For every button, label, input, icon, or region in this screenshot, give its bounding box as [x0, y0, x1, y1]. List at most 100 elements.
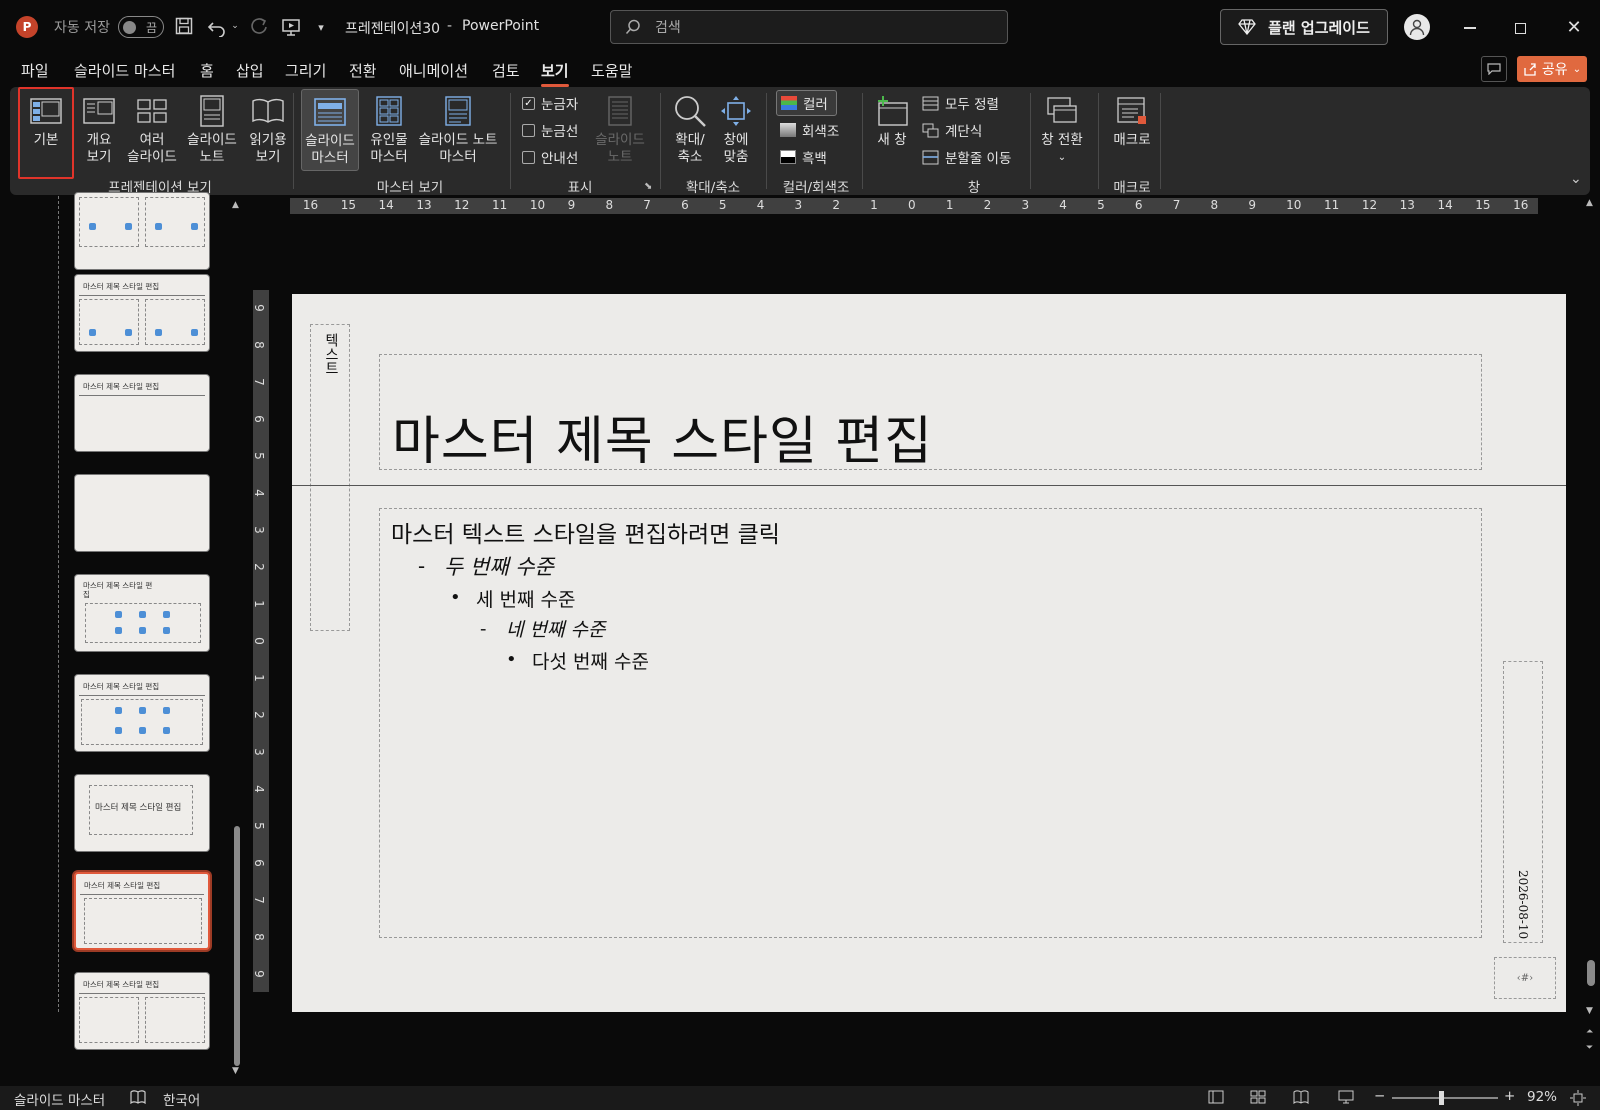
tab-insert[interactable]: 삽입 [236, 60, 264, 81]
previous-slide-icon[interactable]: ⏶ [1586, 1028, 1593, 1037]
account-avatar-icon[interactable] [1404, 14, 1430, 40]
zoom-slider-track[interactable] [1392, 1097, 1498, 1099]
layout-thumbnail[interactable]: 마스터 제목 스타일 편집 [74, 972, 210, 1050]
zoom-button[interactable]: 확대/ 축소 [668, 93, 712, 166]
notes-page-label-1: 슬라이드 [187, 132, 237, 148]
outline-view-button[interactable]: 개요 보기 [74, 93, 124, 166]
editor-scrollbar[interactable]: ▲ ▼ ⏶ ⏷ [1584, 198, 1598, 1086]
maximize-icon[interactable] [1510, 18, 1530, 38]
accessibility-book-icon[interactable] [130, 1090, 146, 1108]
zoom-percent[interactable]: 92% [1527, 1089, 1557, 1105]
scroll-up-icon[interactable]: ▲ [232, 200, 239, 210]
slideshow-status-icon[interactable] [1338, 1090, 1354, 1108]
guides-checkbox[interactable]: 안내선 [522, 147, 578, 167]
arrange-all-label: 모두 정렬 [945, 97, 999, 113]
notes-master-button[interactable]: 슬라이드 노트 마스터 [415, 93, 501, 166]
tab-animations[interactable]: 애니메이션 [399, 60, 468, 81]
slide-number-placeholder[interactable]: ‹#› [1494, 957, 1556, 999]
grayscale-button[interactable]: 회색조 [780, 120, 839, 140]
title-placeholder[interactable]: 마스터 제목 스타일 편집 [379, 354, 1482, 472]
move-split-button[interactable]: 분할줄 이동 [922, 147, 1011, 167]
layout-thumbnail[interactable]: 마스터 제목 스타일 편집 [74, 774, 210, 852]
undo-dropdown-icon[interactable]: ⌄ [230, 20, 240, 32]
content-placeholder [79, 197, 139, 247]
handout-master-button[interactable]: 유인물 마스터 [363, 93, 415, 166]
notes-page-button[interactable]: 슬라이드 노트 [180, 93, 244, 166]
slide-sorter-button[interactable]: 여러 슬라이드 [120, 93, 184, 166]
thumbnail-scrollbar[interactable]: ▲ ▼ [232, 200, 242, 1080]
autosave-toggle[interactable]: 끔 [118, 16, 164, 38]
ruler-checkbox[interactable]: ✓ 눈금자 [522, 93, 578, 113]
layout-thumbnail[interactable] [74, 192, 210, 270]
reading-view-status-icon[interactable] [1293, 1090, 1309, 1108]
save-icon[interactable] [174, 16, 194, 36]
master-views-group-label: 마스터 보기 [376, 180, 444, 196]
layout-thumbnail[interactable]: 마스터 제목 스타일 편집 [74, 274, 210, 352]
zoom-out-button[interactable]: − [1374, 1088, 1385, 1104]
black-white-button[interactable]: 흑백 [780, 147, 827, 167]
tab-home[interactable]: 홈 [200, 60, 214, 81]
slide-master-icon [314, 94, 346, 130]
reading-view-button[interactable]: 읽기용 보기 [240, 93, 296, 166]
slide-master-view-button[interactable]: 슬라이드 마스터 [301, 89, 359, 171]
scroll-down-icon[interactable]: ▼ [232, 1066, 239, 1076]
tab-transitions[interactable]: 전환 [349, 60, 377, 81]
slide-sorter-status-icon[interactable] [1250, 1090, 1266, 1108]
scrollbar-thumb[interactable] [234, 826, 240, 1066]
layout-thumbnail[interactable] [74, 474, 210, 552]
fit-slide-icon[interactable] [1570, 1090, 1586, 1110]
body-placeholder[interactable]: 마스터 텍스트 스타일을 편집하려면 클릭 - 두 번째 수준 • 세 번째 수… [379, 508, 1482, 938]
date-placeholder[interactable]: 2026-08-10 [1503, 661, 1543, 943]
color-group-label: 컬러/회색조 [782, 180, 850, 196]
insert-icon [139, 727, 146, 734]
macros-button[interactable]: 매크로 [1106, 93, 1158, 149]
share-label: 공유 [1541, 62, 1568, 78]
tab-draw[interactable]: 그리기 [285, 60, 326, 81]
comments-button[interactable] [1481, 56, 1507, 82]
switch-windows-button[interactable]: 창 전환 ⌄ [1036, 93, 1088, 166]
tab-slide-master[interactable]: 슬라이드 마스터 [74, 60, 175, 81]
fit-to-window-button[interactable]: 창에 맞춤 [714, 93, 758, 166]
customize-qat-icon[interactable]: ▾ [314, 20, 328, 34]
new-window-button[interactable]: 새 창 [872, 93, 912, 149]
scroll-up-icon[interactable]: ▲ [1586, 198, 1593, 208]
gridlines-checkbox[interactable]: 눈금선 [522, 120, 578, 140]
ribbon: 기본 개요 보기 여러 슬라이드 슬라이드 노트 읽기용 보기 프레젠테이션 보… [10, 87, 1590, 196]
tab-help[interactable]: 도움말 [591, 60, 632, 81]
layout-thumbnail[interactable]: 마스터 제목 스타일 편집 [74, 374, 210, 452]
macros-icon [1116, 93, 1148, 129]
layout-thumbnail[interactable]: 마스터 제목 스타일 편집 [74, 674, 210, 752]
minimize-icon[interactable] [1460, 18, 1480, 38]
show-dialog-launcher-icon[interactable]: ⬊ [644, 181, 652, 192]
close-icon[interactable]: ✕ [1564, 16, 1584, 38]
insert-icon [125, 223, 132, 230]
undo-icon[interactable] [206, 16, 228, 38]
ruler-tick-label: 4 [251, 489, 266, 498]
language-label[interactable]: 한국어 [163, 1089, 200, 1109]
collapse-ribbon-icon[interactable]: ⌄ [1570, 171, 1582, 187]
scrollbar-thumb[interactable] [1587, 960, 1595, 986]
zoom-slider-thumb[interactable] [1438, 1091, 1444, 1105]
arrange-all-button[interactable]: 모두 정렬 [922, 93, 999, 113]
cascade-button[interactable]: 계단식 [922, 120, 982, 140]
present-from-beginning-icon[interactable] [280, 16, 302, 38]
normal-view-button[interactable]: 기본 [18, 87, 74, 179]
next-slide-icon[interactable]: ⏷ [1586, 1044, 1593, 1053]
notes-toggle-button[interactable]: 슬라이드 노트 [590, 93, 650, 166]
scroll-down-icon[interactable]: ▼ [1586, 1006, 1593, 1016]
zoom-in-button[interactable]: + [1504, 1088, 1515, 1104]
vertical-text-placeholder[interactable]: 텍스트 [310, 324, 350, 631]
redo-icon[interactable] [248, 16, 270, 38]
slide-canvas[interactable]: 텍스트 마스터 제목 스타일 편집 마스터 텍스트 스타일을 편집하려면 클릭 … [292, 294, 1566, 1012]
color-button[interactable]: 컬러 [776, 90, 837, 116]
layout-thumbnail-selected[interactable]: 마스터 제목 스타일 편집 [74, 872, 210, 950]
tab-review[interactable]: 검토 [492, 60, 520, 81]
upgrade-plan-button[interactable]: 플랜 업그레이드 [1220, 9, 1388, 45]
normal-view-status-icon[interactable] [1208, 1090, 1224, 1108]
layout-thumbnail[interactable]: 마스터 제목 스타일 편집 [74, 574, 210, 652]
notes-master-label-1: 슬라이드 노트 [418, 132, 498, 148]
tab-file[interactable]: 파일 [21, 60, 49, 81]
share-button[interactable]: 공유 ⌄ [1517, 56, 1587, 82]
tab-view[interactable]: 보기 [541, 60, 569, 87]
search-input[interactable]: 검색 [610, 10, 1008, 44]
